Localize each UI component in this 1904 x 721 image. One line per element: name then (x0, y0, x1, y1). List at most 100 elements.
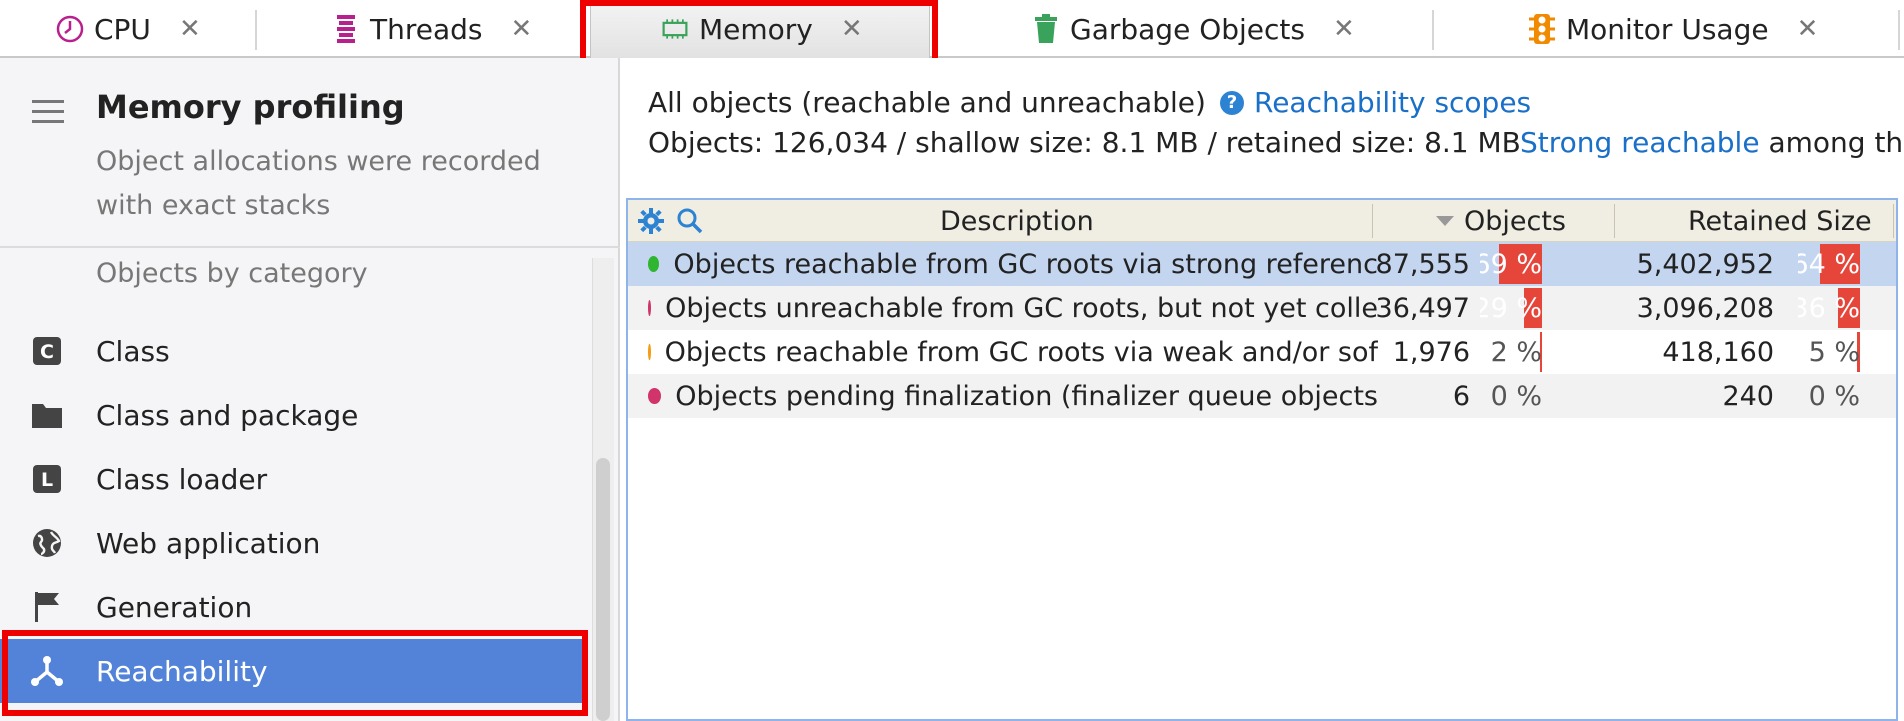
table-row[interactable]: Objects reachable from GC roots via stro… (628, 242, 1896, 286)
column-header-description[interactable]: Description (940, 200, 1094, 242)
strong-reachable-link[interactable]: Strong reachable (1520, 126, 1760, 159)
retained-size-value: 3,096,208 (1636, 292, 1774, 324)
sidebar-item-class-loader[interactable]: L Class loader (0, 447, 590, 511)
column-header-retained-size[interactable]: Retained Size (1688, 200, 1872, 242)
retained-size-value: 418,160 (1662, 336, 1774, 368)
class-icon: C (30, 334, 64, 368)
objects-count: 36,497 (1375, 292, 1470, 324)
table-row[interactable]: Objects pending finalization (finalizer … (628, 374, 1896, 418)
sidebar-item-reachability[interactable]: Reachability (0, 639, 586, 703)
table-row[interactable]: Objects unreachable from GC roots, but n… (628, 286, 1896, 330)
status-dot (648, 388, 662, 404)
description-text: Objects reachable from GC roots via weak… (664, 336, 1378, 368)
objects-percent: 29 % (1480, 286, 1542, 330)
description-cell: Objects pending finalization (finalizer … (648, 374, 1378, 418)
sidebar-item-web-application[interactable]: Web application (0, 511, 590, 575)
retained-percent-text: 5 % (1808, 336, 1860, 368)
tab-memory[interactable]: Memory ✕ (590, 0, 930, 58)
status-dot (648, 256, 660, 272)
close-icon[interactable]: ✕ (179, 14, 201, 44)
reachability-scopes-link[interactable]: ? Reachability scopes (1220, 86, 1531, 119)
close-icon[interactable]: ✕ (1333, 14, 1355, 44)
threads-icon (332, 14, 360, 44)
tab-cpu[interactable]: CPU ✕ (56, 0, 201, 58)
sidebar-item-label: Reachability (96, 654, 268, 688)
objects-count: 6 (1452, 380, 1470, 412)
close-icon[interactable]: ✕ (1797, 14, 1819, 44)
objects-percent: 69 % (1480, 242, 1542, 286)
sidebar: Memory profiling Object allocations were… (0, 58, 620, 721)
table-header: Description Objects Retained Size (628, 200, 1896, 242)
category-header: Objects by category (96, 258, 368, 289)
retained-percent: 64 % (1798, 242, 1860, 286)
objects-count: 87,555 (1375, 248, 1470, 280)
column-separator[interactable] (1372, 204, 1373, 238)
description-cell: Objects unreachable from GC roots, but n… (648, 286, 1378, 330)
retained-percent: 0 % (1798, 374, 1860, 418)
status-dot (648, 300, 652, 316)
sidebar-item-label: Class (96, 334, 170, 368)
clock-icon (56, 14, 84, 44)
sidebar-item-label: Class and package (96, 398, 359, 432)
tab-bar: CPU ✕ Threads ✕ Memory ✕ Garbage Objects… (0, 0, 1904, 58)
sidebar-item-label: Generation (96, 590, 253, 624)
traffic-light-icon (1528, 14, 1556, 44)
objects-percent-text: 29 % (1480, 292, 1542, 324)
objects-percent: 2 % (1480, 330, 1542, 374)
description-text: Objects unreachable from GC roots, but n… (665, 292, 1378, 324)
retained-percent-text: 36 % (1798, 292, 1860, 324)
objects-percent: 0 % (1480, 374, 1542, 418)
retained-percent-text: 0 % (1808, 380, 1860, 412)
flag-icon (30, 590, 64, 624)
sidebar-subtitle: Object allocations were recorded with ex… (96, 146, 541, 221)
trash-icon (1032, 14, 1060, 44)
objects-percent-text: 2 % (1490, 336, 1542, 368)
retained-percent: 36 % (1798, 286, 1860, 330)
search-icon[interactable] (676, 207, 704, 239)
sidebar-item-label: Class loader (96, 462, 268, 496)
sidebar-item-label: Web application (96, 526, 321, 560)
tab-label: Garbage Objects (1070, 12, 1305, 46)
tab-label: CPU (94, 12, 151, 46)
column-header-objects[interactable]: Objects (1436, 200, 1566, 242)
svg-text:C: C (40, 341, 54, 363)
description-text: Objects pending finalization (finalizer … (675, 380, 1378, 412)
close-icon[interactable]: ✕ (841, 14, 863, 44)
hamburger-menu-icon[interactable] (32, 100, 64, 123)
objects-percent-text: 0 % (1490, 380, 1542, 412)
settings-gear-icon[interactable] (638, 208, 664, 238)
status-dot (648, 344, 651, 360)
close-icon[interactable]: ✕ (511, 14, 533, 44)
column-separator[interactable] (1614, 204, 1615, 238)
main-content: All objects (reachable and unreachable) … (620, 58, 1904, 721)
reachability-table: Description Objects Retained Size Object… (626, 198, 1898, 721)
objects-count: 1,976 (1392, 336, 1470, 368)
objects-summary: Objects: 126,034 / shallow size: 8.1 MB … (648, 126, 1521, 159)
description-cell: Objects reachable from GC roots via stro… (648, 242, 1378, 286)
tab-label: Memory (699, 12, 813, 46)
sort-descending-icon (1436, 216, 1454, 226)
tab-label: Monitor Usage (1566, 12, 1769, 46)
strong-reachable-rest: among th (1768, 126, 1904, 159)
tab-monitor-usage[interactable]: Monitor Usage ✕ (1528, 0, 1818, 58)
scope-info-panel: All objects (reachable and unreachable) … (620, 58, 1904, 196)
sidebar-title: Memory profiling (96, 88, 405, 126)
tab-garbage-objects[interactable]: Garbage Objects ✕ (1032, 0, 1355, 58)
table-row[interactable]: Objects reachable from GC roots via weak… (628, 330, 1896, 374)
sidebar-header: Memory profiling Object allocations were… (0, 58, 620, 248)
description-text: Objects reachable from GC roots via stro… (673, 248, 1378, 280)
reachability-scopes-label: Reachability scopes (1254, 86, 1532, 119)
strong-reachable-note: Strong reachable among th (1520, 126, 1903, 159)
tab-threads[interactable]: Threads ✕ (332, 0, 532, 58)
sidebar-scrollbar-thumb[interactable] (596, 458, 610, 721)
column-separator[interactable] (1893, 204, 1894, 238)
sidebar-item-class-and-package[interactable]: Class and package (0, 383, 590, 447)
folder-icon (30, 398, 64, 432)
sidebar-item-class[interactable]: C Class (0, 319, 590, 383)
reachability-icon (30, 654, 64, 688)
sidebar-item-generation[interactable]: Generation (0, 575, 590, 639)
retained-size-value: 5,402,952 (1636, 248, 1774, 280)
retained-percent: 5 % (1798, 330, 1860, 374)
class-loader-icon: L (30, 462, 64, 496)
tab-separator (1432, 10, 1434, 50)
